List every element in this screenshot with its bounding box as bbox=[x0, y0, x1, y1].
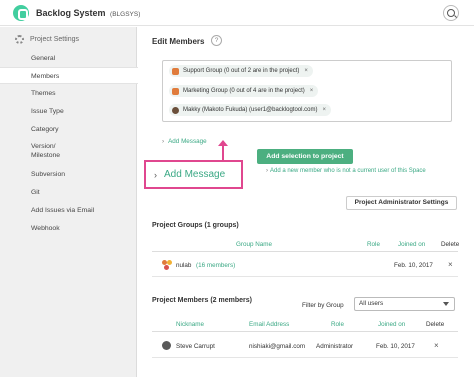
table-row-divider bbox=[152, 357, 458, 358]
group-name: nulab bbox=[176, 262, 192, 269]
arrow-icon: › bbox=[266, 168, 268, 174]
add-new-member-label: Add a new member who is not a current us… bbox=[270, 168, 426, 174]
selected-chip-support-group: Support Group (0 out of 2 are in the pro… bbox=[169, 65, 313, 77]
member-joined-date: Feb. 10, 2017 bbox=[376, 343, 415, 350]
selected-chip-marketing-group: Marketing Group (0 out of 4 are in the p… bbox=[169, 85, 319, 97]
add-message-callout-label: Add Message bbox=[164, 169, 226, 180]
column-header-role[interactable]: Role bbox=[331, 321, 344, 328]
sidebar-heading-label: Project Settings bbox=[30, 35, 80, 43]
top-bar: Backlog System (BLGSYS) bbox=[0, 0, 474, 26]
group-members-link[interactable]: (16 members) bbox=[196, 262, 235, 269]
member-nickname: Steve Carrupt bbox=[176, 343, 215, 350]
remove-icon[interactable]: × bbox=[322, 107, 326, 113]
add-message-link[interactable]: › Add Message bbox=[162, 138, 207, 145]
sidebar-item-git[interactable]: Git bbox=[31, 188, 40, 197]
delete-member-icon[interactable]: × bbox=[434, 341, 439, 350]
chip-label: Makky (Makoto Fukuda) (user1@backlogtool… bbox=[183, 107, 318, 113]
column-header-joined-on[interactable]: Joined on bbox=[398, 241, 425, 248]
callout-arrow bbox=[218, 140, 228, 160]
backlog-logo-icon[interactable] bbox=[13, 5, 29, 21]
column-header-nickname[interactable]: Nickname bbox=[176, 321, 204, 328]
remove-icon[interactable]: × bbox=[304, 68, 308, 74]
chip-label: Marketing Group (0 out of 4 are in the p… bbox=[183, 88, 305, 94]
add-message-callout[interactable]: › Add Message bbox=[144, 160, 243, 189]
avatar-icon bbox=[172, 106, 179, 114]
group-icon bbox=[172, 87, 179, 95]
help-icon[interactable]: ? bbox=[211, 35, 222, 46]
delete-group-icon[interactable]: × bbox=[448, 260, 453, 269]
gear-icon bbox=[15, 34, 24, 44]
sidebar-item-category[interactable]: Category bbox=[31, 125, 59, 134]
member-email: nishiaki@gmail.com bbox=[249, 343, 306, 350]
project-members-title: Project Members (2 members) bbox=[152, 297, 252, 304]
column-header-delete: Delete bbox=[441, 241, 460, 248]
table-row-divider bbox=[152, 276, 458, 277]
chip-label: Support Group (0 out of 2 are in the pro… bbox=[183, 68, 300, 74]
sidebar-item-version-milestone[interactable]: Version/ Milestone bbox=[31, 142, 71, 160]
sidebar-item-general[interactable]: General bbox=[31, 54, 55, 63]
sidebar-item-add-issues-via-email[interactable]: Add Issues via Email bbox=[31, 206, 94, 215]
sidebar-item-members[interactable]: Members bbox=[0, 67, 138, 84]
member-role: Administrator bbox=[316, 343, 354, 350]
column-header-delete: Delete bbox=[426, 321, 445, 328]
app-title[interactable]: Backlog System (BLGSYS) bbox=[36, 8, 140, 18]
filter-select-value: All users bbox=[359, 300, 384, 307]
project-groups-title: Project Groups (1 groups) bbox=[152, 222, 239, 229]
main-content: Edit Members ? Support Group (0 out of 2… bbox=[138, 27, 474, 377]
project-admin-settings-button[interactable]: Project Administrator Settings bbox=[346, 196, 457, 210]
group-joined-date: Feb. 10, 2017 bbox=[394, 262, 433, 269]
selected-chip-makky: Makky (Makoto Fukuda) (user1@backlogtool… bbox=[169, 104, 331, 116]
sidebar-item-themes[interactable]: Themes bbox=[31, 89, 56, 98]
add-selection-button[interactable]: Add selection to project bbox=[257, 149, 353, 164]
table-divider bbox=[152, 251, 458, 252]
page-title: Edit Members bbox=[152, 37, 205, 46]
project-key: (BLGSYS) bbox=[110, 11, 141, 18]
table-divider bbox=[152, 331, 458, 332]
sidebar-item-subversion[interactable]: Subversion bbox=[31, 170, 65, 179]
sidebar-heading[interactable]: Project Settings bbox=[15, 34, 79, 44]
member-selection-box[interactable]: Support Group (0 out of 2 are in the pro… bbox=[162, 60, 452, 122]
column-header-joined-on[interactable]: Joined on bbox=[378, 321, 405, 328]
search-icon[interactable] bbox=[443, 5, 459, 21]
filter-group-select[interactable]: All users bbox=[354, 297, 455, 311]
remove-icon[interactable]: × bbox=[310, 88, 314, 94]
avatar bbox=[162, 341, 171, 350]
column-header-role[interactable]: Role bbox=[367, 241, 380, 248]
column-header-group-name[interactable]: Group Name bbox=[236, 241, 272, 248]
app-title-text: Backlog System bbox=[36, 8, 106, 18]
sidebar-item-issue-type[interactable]: Issue Type bbox=[31, 107, 64, 116]
chevron-right-icon: › bbox=[154, 169, 157, 180]
filter-label: Filter by Group bbox=[302, 302, 344, 309]
sidebar-item-webhook[interactable]: Webhook bbox=[31, 224, 60, 233]
group-icon bbox=[172, 67, 179, 75]
add-message-label: Add Message bbox=[168, 138, 207, 145]
sidebar: Project Settings General Members Themes … bbox=[0, 27, 138, 377]
group-icon bbox=[162, 260, 172, 270]
chevron-down-icon bbox=[443, 302, 449, 306]
chevron-right-icon: › bbox=[162, 138, 165, 145]
add-new-member-link[interactable]: › Add a new member who is not a current u… bbox=[266, 168, 426, 174]
column-header-email[interactable]: Email Address bbox=[249, 321, 289, 328]
